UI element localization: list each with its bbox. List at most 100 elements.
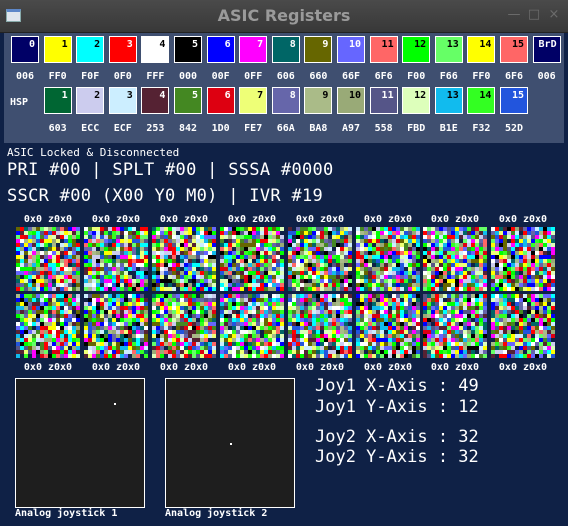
palette-swatch[interactable]: 4 xyxy=(141,36,170,63)
sprite-label-bottom: 0x0 z0x0 xyxy=(363,362,413,373)
sprite-label-bottom: 0x0 z0x0 xyxy=(498,362,548,373)
sprite-tile xyxy=(491,227,555,291)
hsp-swatch[interactable]: 7 xyxy=(239,87,268,114)
sprite-tile xyxy=(423,227,487,291)
sprite-label-top: 0x0 z0x0 xyxy=(498,214,548,225)
hsp-swatch[interactable]: 5 xyxy=(174,87,202,114)
palette-hex-value: FF0 xyxy=(472,71,491,82)
joy1-y-readout: Joy1 Y-Axis : 12 xyxy=(315,397,479,417)
palette-swatch[interactable]: 15 xyxy=(500,36,528,63)
sprite-label-bottom: 0x0 z0x0 xyxy=(23,362,73,373)
palette-swatch[interactable]: 0 xyxy=(11,36,39,63)
sprite-label-top: 0x0 z0x0 xyxy=(159,214,209,225)
hsp-swatch[interactable]: 1 xyxy=(43,87,72,114)
sprite-tile xyxy=(423,294,487,358)
hsp-swatch[interactable]: 3 xyxy=(108,87,137,114)
palette-swatch[interactable]: 8 xyxy=(271,36,300,63)
hsp-hex-value: ECC xyxy=(81,123,100,134)
hsp-swatch[interactable]: 8 xyxy=(271,87,300,114)
sprite-label-bottom: 0x0 z0x0 xyxy=(227,362,277,373)
palette-hex-value: 66F xyxy=(341,71,361,82)
hsp-swatch[interactable]: 4 xyxy=(141,87,170,114)
title-bar: ASIC Registers — □ × xyxy=(0,0,568,33)
palette-swatch[interactable]: 3 xyxy=(108,36,137,63)
palette-swatch[interactable]: 6 xyxy=(206,36,235,63)
sprite-label-top: 0x0 z0x0 xyxy=(363,214,413,225)
palette-swatch[interactable]: 11 xyxy=(369,36,398,63)
palette-hex-value: 606 xyxy=(276,71,295,82)
hsp-hex-value: 842 xyxy=(178,123,198,134)
register-line-1: PRI #00 | SPLT #00 | SSSA #0000 xyxy=(7,160,334,180)
palette-swatch[interactable]: 1 xyxy=(43,36,72,63)
hsp-swatch[interactable]: 13 xyxy=(434,87,463,114)
sprite-label-bottom: 0x0 z0x0 xyxy=(430,362,480,373)
hsp-hex-value: F32 xyxy=(472,123,491,134)
joystick-2-position xyxy=(230,443,232,445)
hsp-hex-value: A97 xyxy=(341,123,361,134)
hsp-hex-value: B1E xyxy=(439,123,458,134)
hsp-swatch[interactable]: 2 xyxy=(76,87,105,114)
sprite-label-bottom: 0x0 z0x0 xyxy=(295,362,345,373)
hsp-swatch[interactable]: 11 xyxy=(369,87,398,114)
palette-hex-value: 6F6 xyxy=(374,71,393,82)
sprite-label-bottom: 0x0 z0x0 xyxy=(159,362,209,373)
hsp-hex-value: 1D0 xyxy=(211,123,230,134)
close-button[interactable]: × xyxy=(547,8,561,22)
sprite-label-top: 0x0 z0x0 xyxy=(227,214,277,225)
palette-hex-value: FF0 xyxy=(48,71,67,82)
sprite-tile xyxy=(491,294,555,358)
joystick-1-label: Analog joystick 1 xyxy=(15,508,118,519)
hsp-swatch[interactable]: 12 xyxy=(402,87,431,114)
joystick-1-pad xyxy=(15,378,145,508)
hsp-swatch[interactable]: 6 xyxy=(206,87,235,114)
joy1-x-readout: Joy1 X-Axis : 49 xyxy=(315,376,479,396)
sprite-tile xyxy=(152,294,216,358)
sprite-label-top: 0x0 z0x0 xyxy=(430,214,480,225)
sprite-tile xyxy=(220,227,284,291)
joy2-x-readout: Joy2 X-Axis : 32 xyxy=(315,427,479,447)
joy2-y-readout: Joy2 Y-Axis : 32 xyxy=(315,447,479,467)
sprite-label-top: 0x0 z0x0 xyxy=(23,214,73,225)
hsp-hex-value: BA8 xyxy=(309,123,328,134)
sprite-label-bottom: 0x0 z0x0 xyxy=(91,362,141,373)
palette-swatch[interactable]: 10 xyxy=(337,36,365,63)
sprite-tile xyxy=(288,227,352,291)
sprite-label-top: 0x0 z0x0 xyxy=(295,214,345,225)
sprite-tile xyxy=(84,294,148,358)
hsp-swatch[interactable]: 14 xyxy=(467,87,496,114)
palette-swatch[interactable]: 2 xyxy=(76,36,105,63)
palette-hex-value: 6F6 xyxy=(504,71,524,82)
palette-hex-value: 0FF xyxy=(244,71,263,82)
hsp-hex-value: 52D xyxy=(504,123,524,134)
hsp-hex-value: FBD xyxy=(407,123,426,134)
sprite-tile xyxy=(220,294,284,358)
palette-swatch[interactable]: BrD xyxy=(532,36,561,63)
hsp-hex-value: ECF xyxy=(113,123,132,134)
minimize-button[interactable]: — xyxy=(507,8,521,22)
palette-swatch[interactable]: 9 xyxy=(304,36,333,63)
hsp-swatch[interactable]: 10 xyxy=(337,87,365,114)
hsp-hex-value: FE7 xyxy=(244,123,263,134)
hsp-hex-value: 66A xyxy=(276,123,295,134)
palette-hex-value: 0F0 xyxy=(113,71,132,82)
palette-hex-value: F0F xyxy=(81,71,100,82)
sprite-tile xyxy=(288,294,352,358)
palette-swatch[interactable]: 14 xyxy=(467,36,496,63)
palette-swatch[interactable]: 13 xyxy=(434,36,463,63)
asic-status: ASIC Locked & Disconnected xyxy=(7,146,180,159)
palette-hex-value: F00 xyxy=(407,71,426,82)
hsp-swatch[interactable]: 9 xyxy=(304,87,333,114)
window-title: ASIC Registers xyxy=(217,6,351,25)
palette-swatch[interactable]: 12 xyxy=(402,36,431,63)
palette-swatch[interactable]: 5 xyxy=(174,36,202,63)
maximize-button[interactable]: □ xyxy=(527,8,541,22)
hsp-label: HSP xyxy=(10,97,29,108)
joystick-2-label: Analog joystick 2 xyxy=(165,508,268,519)
palette-swatch[interactable]: 7 xyxy=(239,36,268,63)
palette-hex-value: 006 xyxy=(537,71,556,82)
hsp-swatch[interactable]: 15 xyxy=(500,87,528,114)
sprite-tile xyxy=(16,294,80,358)
hsp-hex-value: 558 xyxy=(374,123,393,134)
hsp-hex-value: 253 xyxy=(146,123,165,134)
palette-hex-value: 000 xyxy=(178,71,198,82)
